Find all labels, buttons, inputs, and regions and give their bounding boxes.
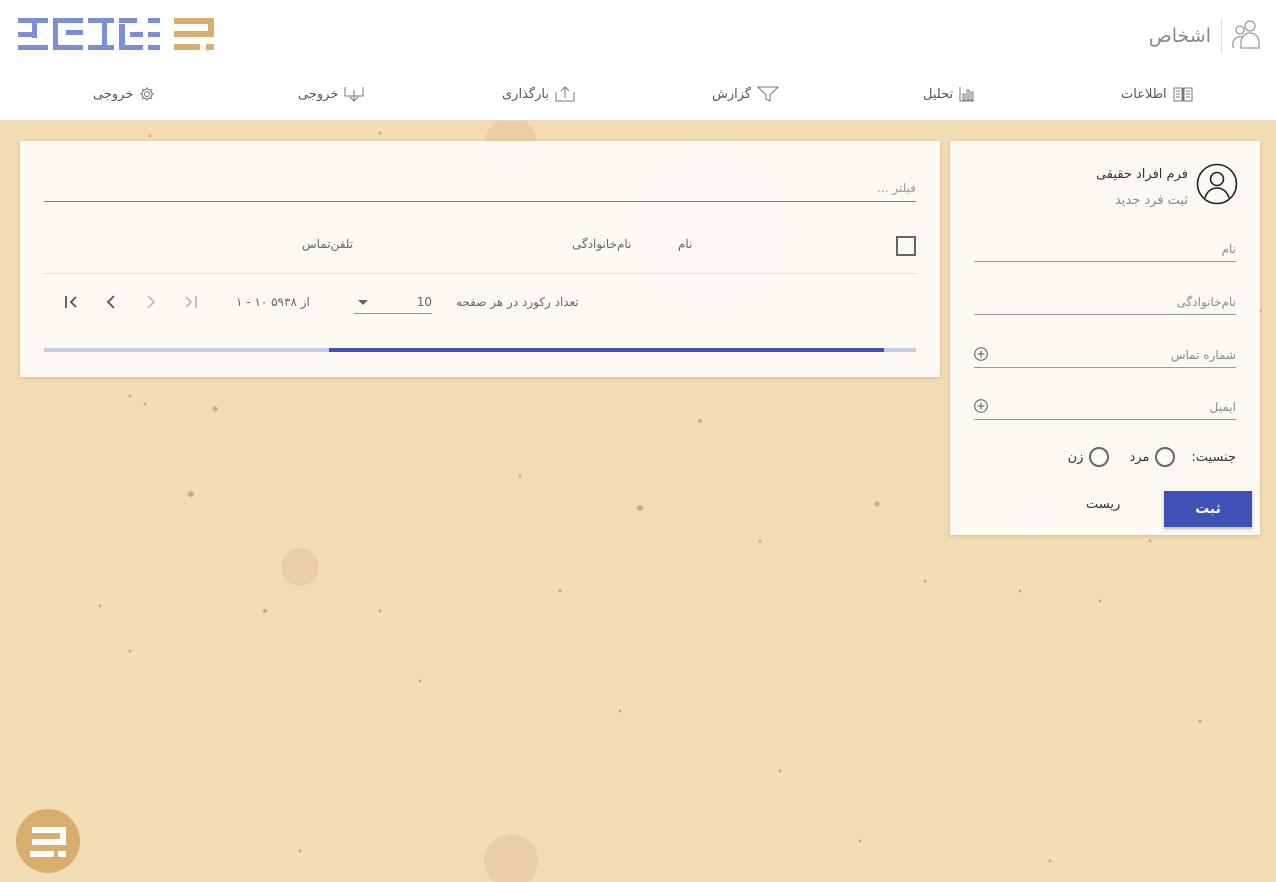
gender-male-label: مرد — [1129, 449, 1150, 465]
nav-item-upload[interactable]: بارگذاری — [502, 86, 575, 102]
brand-logo-icon — [30, 827, 66, 857]
person-form-card: فرم افراد حقیقی ثبت فرد جدید جنسیت: مرد … — [950, 141, 1260, 535]
form-subtitle: ثبت فرد جدید — [1114, 193, 1188, 208]
previous-page-button[interactable] — [100, 291, 122, 313]
add-phone-icon[interactable] — [974, 347, 988, 361]
add-email-icon[interactable] — [974, 399, 988, 413]
paginator: تعداد رکورد در هر صفحه 10 ۱ - ۱۰ از ۵۹۳۸ — [44, 287, 916, 317]
page-title: اشخاص — [1148, 25, 1211, 47]
nav-item-analysis[interactable]: تحلیل — [923, 86, 975, 102]
user-avatar-icon — [1196, 163, 1238, 209]
last-page-icon — [185, 296, 197, 308]
first-name-input[interactable] — [974, 239, 1236, 259]
nav-item-label: بارگذاری — [502, 86, 549, 102]
caret-down-icon — [358, 300, 368, 305]
first-page-icon — [65, 296, 77, 308]
book-icon — [1173, 86, 1193, 102]
page-size-value: 10 — [416, 295, 432, 309]
phone-field — [974, 345, 1236, 368]
last-name-input[interactable] — [974, 292, 1236, 312]
progress-indicator — [329, 348, 884, 352]
form-title: فرم افراد حقیقی — [1095, 167, 1188, 182]
gender-female-label: زن — [1067, 449, 1084, 465]
gender-label: جنسیت: — [1191, 449, 1236, 465]
upload-icon — [555, 86, 575, 102]
filter-icon — [757, 86, 780, 102]
reset-button[interactable]: ریست — [1086, 497, 1120, 512]
people-icon — [1232, 18, 1262, 54]
column-header-phone[interactable]: تلفن‌تماس — [302, 237, 353, 251]
chevron-right-icon — [147, 295, 156, 309]
nav-item-export-settings[interactable]: خروجی — [93, 86, 155, 102]
first-page-button[interactable] — [60, 291, 82, 313]
select-all-checkbox[interactable] — [896, 236, 916, 256]
items-per-page-label: تعداد رکورد در هر صفحه — [456, 295, 579, 309]
gear-icon — [139, 86, 155, 102]
nav-item-report[interactable]: گزارش — [712, 86, 780, 102]
gender-male-radio[interactable] — [1155, 447, 1176, 467]
column-header-last-name[interactable]: نام‌خانوادگی — [572, 237, 631, 251]
last-page-button[interactable] — [180, 291, 202, 313]
nav-item-label: خروجی — [93, 86, 134, 102]
submit-button[interactable]: ثبت — [1164, 491, 1252, 527]
chart-icon — [959, 86, 975, 102]
email-input[interactable] — [974, 397, 1236, 417]
chevron-left-icon — [106, 295, 115, 309]
main-nav: اطلاعات تحلیل گزارش بارگذاری خروجی خروجی — [0, 86, 1276, 106]
page-range-label: ۱ - ۱۰ از ۵۹۳۸ — [236, 295, 310, 309]
nav-item-label: اطلاعات — [1121, 86, 1167, 102]
page-size-select[interactable]: 10 — [354, 291, 432, 314]
nav-item-label: خروجی — [298, 86, 339, 102]
loading-progress-bar — [44, 348, 916, 352]
nav-item-export[interactable]: خروجی — [298, 86, 364, 102]
phone-input[interactable] — [974, 345, 1236, 365]
floating-logo-button[interactable] — [16, 809, 80, 873]
table-header: نام نام‌خانوادگی تلفن‌تماس — [44, 225, 916, 274]
filter-input[interactable] — [44, 177, 916, 199]
column-header-first-name[interactable]: نام — [678, 237, 692, 251]
last-name-field — [974, 292, 1236, 315]
gender-female-radio[interactable] — [1089, 447, 1110, 467]
next-page-button[interactable] — [140, 291, 162, 313]
nav-item-label: گزارش — [712, 86, 752, 102]
app-logo[interactable] — [18, 16, 216, 56]
nav-item-info[interactable]: اطلاعات — [1121, 86, 1193, 102]
email-field — [974, 397, 1236, 420]
first-name-field — [974, 239, 1236, 262]
page-title-area: اشخاص — [1149, 18, 1262, 54]
gender-group: جنسیت: مرد زن — [1068, 447, 1236, 467]
app-header: اشخاص اطلاعات تحلیل گزارش بارگذاری خروجی… — [0, 0, 1276, 121]
title-divider — [1221, 19, 1222, 53]
filter-field — [44, 177, 916, 202]
nav-item-label: تحلیل — [923, 86, 954, 102]
download-icon — [344, 86, 364, 102]
persons-table-card: نام نام‌خانوادگی تلفن‌تماس تعداد رکورد د… — [20, 141, 940, 377]
